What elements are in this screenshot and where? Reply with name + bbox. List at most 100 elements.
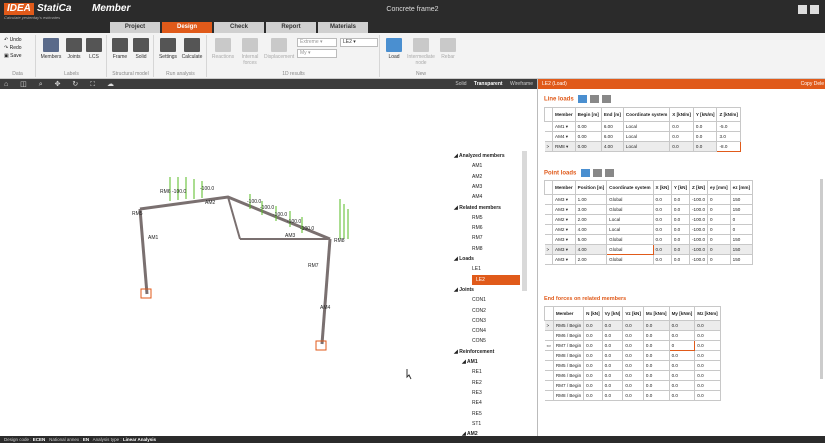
calculate-button[interactable]: Calculate <box>181 38 203 60</box>
table-row[interactable]: AM2 ▾ 2.00 Local 0.0 0.0 -100.0 0 0 <box>544 214 754 225</box>
minimize-icon[interactable] <box>798 5 807 14</box>
table-cell[interactable]: 0.00 <box>574 131 602 142</box>
tree-item[interactable]: LE2 <box>472 274 520 285</box>
load-case-dropdown[interactable]: LE2 ▾ <box>340 38 378 47</box>
table-cell[interactable]: 6.00 <box>600 121 624 132</box>
panel-actions[interactable]: Copy Dele <box>801 79 824 89</box>
table-cell[interactable]: 0.0 <box>668 360 696 371</box>
table-cell[interactable]: 0 <box>668 340 696 351</box>
table-cell[interactable]: 0.0 <box>669 131 694 142</box>
table-cell[interactable]: 0.0 <box>583 330 603 341</box>
table-cell[interactable]: 0.0 <box>694 340 721 351</box>
table-cell[interactable]: 0.0 <box>642 360 670 371</box>
table-cell[interactable]: 2.00 <box>574 214 608 225</box>
table-cell[interactable]: 0.0 <box>601 340 624 351</box>
delete-icon[interactable] <box>602 95 612 103</box>
tree-group[interactable]: ◢ Loads <box>454 254 474 264</box>
table-cell[interactable]: 0 <box>729 224 754 235</box>
table-cell[interactable]: 5.00 <box>574 234 608 245</box>
table-row[interactable]: AM3 ▾ 1.00 Global 0.0 0.0 -100.0 0 150 <box>544 194 754 205</box>
table-cell[interactable]: 0 <box>707 254 731 265</box>
redo-button[interactable]: ↷ Redo <box>4 45 22 52</box>
table-cell[interactable]: Global <box>606 204 654 215</box>
load-button[interactable]: Load <box>383 38 405 60</box>
table-row[interactable]: AM1 ▾ 0.00 6.00 Local 0.0 0.0 -5.0 <box>544 121 741 132</box>
tab-check[interactable]: Check <box>214 22 264 33</box>
table-cell[interactable]: 150 <box>729 244 754 255</box>
tree-item[interactable]: RM5 <box>472 213 483 223</box>
table-cell[interactable]: 0.0 <box>669 121 694 132</box>
table-cell[interactable]: -100.0 <box>689 204 709 215</box>
tree-item[interactable]: ST1 <box>472 419 481 429</box>
table-cell[interactable]: AM4 ▾ <box>552 131 576 142</box>
table-cell[interactable]: 3.00 <box>574 204 608 215</box>
table-row[interactable]: AM3 ▾ 3.00 Global 0.0 0.0 -100.0 0 150 <box>544 204 754 215</box>
table-cell[interactable]: Local <box>622 121 671 132</box>
table-cell[interactable]: RM5 / Begin <box>552 320 585 331</box>
table-cell[interactable]: RM7 / Begin <box>552 340 585 351</box>
table-cell[interactable]: RM8 / Begin <box>552 390 585 401</box>
table-cell[interactable]: 0.0 <box>601 330 624 341</box>
mode-wireframe[interactable]: Wireframe <box>510 81 533 87</box>
tree-group[interactable]: ◢ Joints <box>454 285 474 295</box>
save-button[interactable]: ▣ Save <box>4 53 22 60</box>
tree-item[interactable]: LE1 <box>472 264 481 274</box>
table-cell[interactable]: 0.0 <box>670 234 691 245</box>
tab-design[interactable]: Design <box>162 22 212 33</box>
table-cell[interactable]: RM8 / Begin <box>552 350 585 361</box>
table-cell[interactable]: 0.0 <box>670 224 691 235</box>
tree-item[interactable]: RE1 <box>472 367 482 377</box>
table-cell[interactable]: -100.0 <box>689 194 709 205</box>
table-cell[interactable]: 0.0 <box>583 370 603 381</box>
table-row[interactable]: > AM3 ▾ 4.00 Global 0.0 0.0 -100.0 0 150 <box>544 244 754 255</box>
table-cell[interactable]: 0.0 <box>668 350 696 361</box>
table-cell[interactable]: -5.0 <box>716 121 741 132</box>
table-cell[interactable]: 150 <box>729 204 754 215</box>
copy-icon[interactable] <box>590 95 600 103</box>
table-cell[interactable]: -100.0 <box>689 234 709 245</box>
add-icon[interactable] <box>581 169 591 177</box>
table-cell[interactable]: 0.0 <box>622 340 644 351</box>
solid-button[interactable]: Solid <box>130 38 152 60</box>
tab-materials[interactable]: Materials <box>318 22 368 33</box>
tree-item[interactable]: AM2 <box>472 172 482 182</box>
table-cell[interactable]: 0.0 <box>601 360 624 371</box>
table-cell[interactable]: -100.0 <box>689 254 709 265</box>
table-cell[interactable]: 4.00 <box>600 141 624 152</box>
tree-item[interactable]: AM3 <box>472 182 482 192</box>
table-cell[interactable]: 0.0 <box>601 320 624 331</box>
table-cell[interactable]: 0 <box>729 214 754 225</box>
table-cell[interactable]: 0.0 <box>668 390 696 401</box>
settings-button[interactable]: Settings <box>157 38 179 60</box>
tree-item[interactable]: AM4 <box>472 192 482 202</box>
delete-icon[interactable] <box>605 169 615 177</box>
table-cell[interactable]: 0.0 <box>622 380 644 391</box>
rebar-button[interactable]: Rebar <box>437 38 459 60</box>
table-cell[interactable]: 0.0 <box>622 350 644 361</box>
mode-solid[interactable]: Solid <box>455 81 466 87</box>
table-cell[interactable]: 0.00 <box>574 141 602 152</box>
table-cell[interactable]: Global <box>606 244 654 255</box>
table-cell[interactable]: 0.0 <box>642 390 670 401</box>
table-cell[interactable]: 1.00 <box>574 194 608 205</box>
table-cell[interactable]: -100.0 <box>689 244 709 255</box>
table-cell[interactable]: 0.0 <box>694 320 721 331</box>
table-cell[interactable]: AM3 ▾ <box>552 194 576 205</box>
view-tools[interactable]: ⌂ ◫ ⌕ ✥ ↻ ⛶ ☁ <box>4 80 119 89</box>
table-cell[interactable]: -100.0 <box>689 214 709 225</box>
table-cell[interactable]: 0.0 <box>601 370 624 381</box>
table-cell[interactable]: 0.0 <box>670 254 691 265</box>
table-cell[interactable]: Global <box>606 194 654 205</box>
table-cell[interactable]: 150 <box>729 234 754 245</box>
table-cell[interactable]: -8.0 <box>716 141 741 152</box>
table-row[interactable]: > RM5 / Begin 0.0 0.0 0.0 0.0 0.0 0.0 <box>544 320 721 331</box>
table-cell[interactable]: 0.0 <box>652 244 672 255</box>
tree-item[interactable]: RM7 <box>472 233 483 243</box>
3d-viewport[interactable]: RM5 AM1 AM2 AM3 AM4 RM6 RM7 RM8 -100.0 -… <box>0 89 521 436</box>
table-cell[interactable]: -100.0 <box>689 224 709 235</box>
table-row[interactable]: RM8 / Begin 0.0 0.0 0.0 0.0 0.0 0.0 <box>544 390 721 401</box>
table-cell[interactable]: Local <box>606 224 654 235</box>
copy-icon[interactable] <box>593 169 603 177</box>
table-cell[interactable]: 0.0 <box>694 370 721 381</box>
component-dropdown[interactable]: My ▾ <box>297 49 337 58</box>
